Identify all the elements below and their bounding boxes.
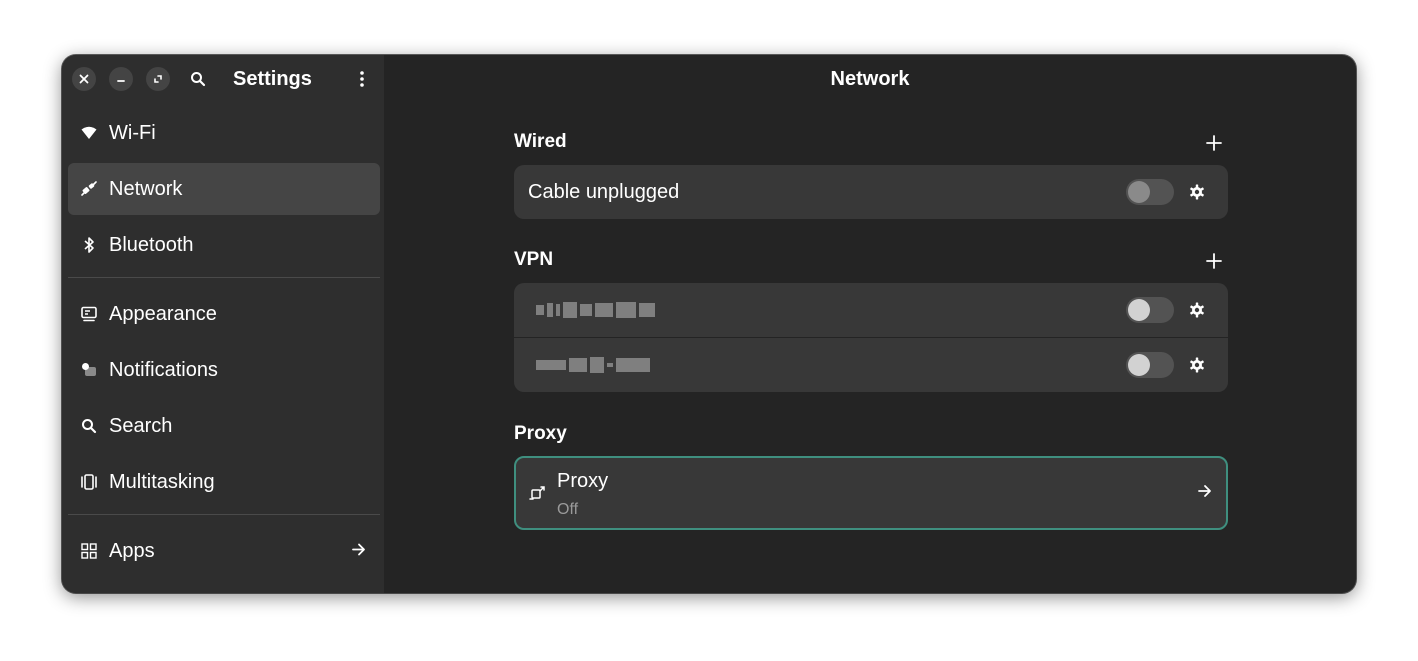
wifi-icon	[80, 124, 98, 142]
gear-icon	[1190, 184, 1204, 200]
toggle-knob	[1128, 299, 1150, 321]
vpn-connection-toggle[interactable]	[1126, 352, 1174, 378]
close-button[interactable]	[72, 67, 96, 91]
sidebar-header: Settings	[62, 55, 384, 103]
redacted-vpn-name	[536, 301, 655, 319]
sidebar-item-multitasking[interactable]: Multitasking	[68, 456, 380, 508]
gear-icon	[1190, 302, 1204, 318]
vpn-section-title: VPN	[514, 249, 554, 270]
search-icon	[191, 72, 206, 87]
sidebar-item-label: Search	[109, 414, 173, 437]
apps-icon	[80, 542, 98, 560]
sidebar-item-label: Wi-Fi	[109, 121, 156, 144]
sidebar-separator	[68, 514, 380, 515]
vpn-connection-row	[514, 337, 1228, 392]
sidebar-list: Wi-Fi Network Bluetooth Appearance Notif…	[68, 107, 380, 581]
main-content: Network Wired Cable unplugged VPN Proxy …	[384, 55, 1356, 593]
proxy-section-title: Proxy	[514, 423, 567, 444]
plus-icon	[1206, 253, 1222, 269]
kebab-menu-icon	[360, 71, 364, 87]
vpn-card	[514, 283, 1228, 392]
sidebar-item-notifications[interactable]: Notifications	[68, 344, 380, 396]
sidebar-item-apps[interactable]: Apps	[68, 525, 380, 577]
add-wired-button[interactable]	[1204, 133, 1224, 153]
vpn-connection-toggle[interactable]	[1126, 297, 1174, 323]
add-vpn-button[interactable]	[1204, 251, 1224, 271]
wired-connection-row: Cable unplugged	[514, 165, 1228, 219]
sidebar-item-label: Network	[109, 177, 183, 200]
proxy-row[interactable]: Proxy Off	[514, 456, 1228, 530]
toggle-knob	[1128, 354, 1150, 376]
sidebar-search-button[interactable]	[187, 68, 209, 90]
vpn-section: VPN	[514, 247, 1228, 392]
notifications-icon	[80, 361, 98, 379]
proxy-section: Proxy Proxy Off	[514, 421, 1228, 530]
appearance-icon	[80, 305, 98, 323]
sidebar-item-search[interactable]: Search	[68, 400, 380, 452]
minimize-icon	[117, 80, 125, 82]
sidebar-item-network[interactable]: Network	[68, 163, 380, 215]
minimize-button[interactable]	[109, 67, 133, 91]
sidebar-item-label: Notifications	[109, 358, 218, 381]
wired-settings-button[interactable]	[1188, 183, 1206, 201]
sidebar-item-label: Multitasking	[109, 470, 215, 493]
sidebar: Settings Wi-Fi Network Bluetooth Appeara…	[62, 55, 384, 593]
sidebar-item-label: Appearance	[109, 302, 217, 325]
page-title: Network	[830, 68, 910, 90]
main-menu-button[interactable]	[350, 67, 374, 91]
search-icon	[80, 417, 98, 435]
sidebar-item-bluetooth[interactable]: Bluetooth	[68, 219, 380, 271]
redacted-vpn-name	[536, 356, 650, 374]
sidebar-item-appearance[interactable]: Appearance	[68, 288, 380, 340]
settings-window: Settings Wi-Fi Network Bluetooth Appeara…	[62, 55, 1356, 593]
wired-card: Cable unplugged	[514, 165, 1228, 219]
sidebar-separator	[68, 277, 380, 278]
multitasking-icon	[80, 473, 98, 491]
wired-connection-toggle[interactable]	[1126, 179, 1174, 205]
plus-icon	[1206, 135, 1222, 151]
wired-section-title: Wired	[514, 131, 567, 152]
maximize-button[interactable]	[146, 67, 170, 91]
arrow-right-icon	[1198, 484, 1212, 503]
arrow-right-icon	[352, 540, 366, 563]
bluetooth-icon	[80, 236, 98, 254]
vpn-settings-button[interactable]	[1188, 301, 1206, 319]
vpn-connection-row	[514, 283, 1228, 337]
proxy-status: Off	[557, 501, 579, 518]
close-icon	[79, 74, 89, 84]
proxy-row-title: Proxy	[557, 470, 609, 492]
sidebar-item-wifi[interactable]: Wi-Fi	[68, 107, 380, 159]
wired-connection-label: Cable unplugged	[528, 180, 680, 203]
wired-section: Wired Cable unplugged	[514, 129, 1228, 219]
toggle-knob	[1128, 181, 1150, 203]
proxy-icon	[528, 484, 546, 502]
sidebar-item-label: Bluetooth	[109, 233, 194, 256]
maximize-icon	[154, 75, 162, 83]
vpn-settings-button[interactable]	[1188, 356, 1206, 374]
network-icon	[80, 180, 98, 198]
sidebar-title: Settings	[233, 68, 312, 90]
sidebar-item-label: Apps	[109, 539, 155, 562]
gear-icon	[1190, 357, 1204, 373]
